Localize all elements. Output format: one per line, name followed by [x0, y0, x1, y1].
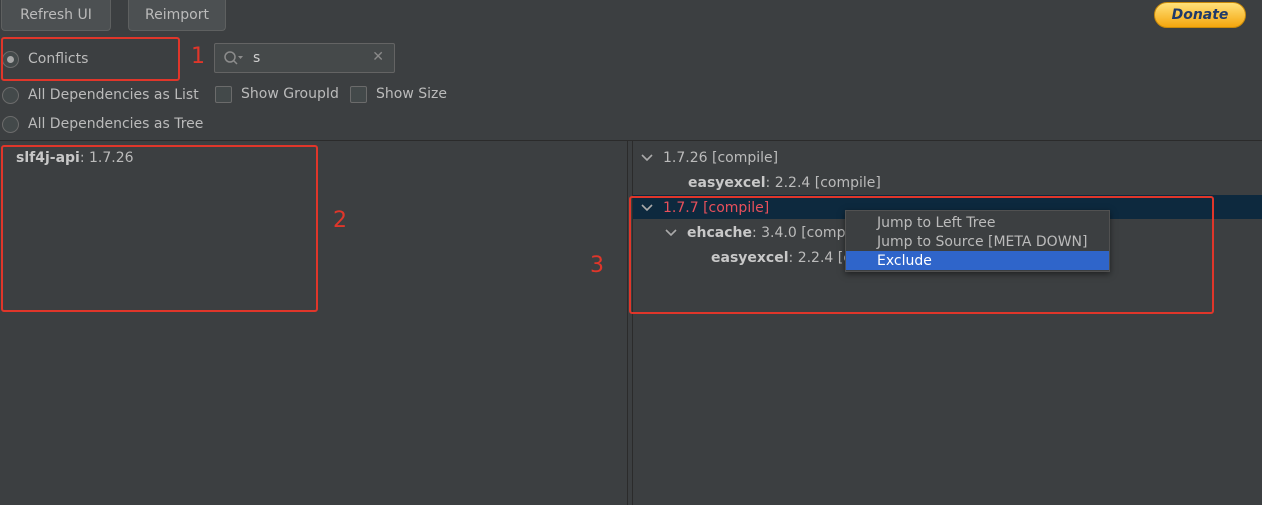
- annotation-number-1: 1: [191, 44, 205, 69]
- chevron-down-icon[interactable]: [664, 226, 678, 240]
- tree-row[interactable]: easyexcel : 2.2.4 [compile]: [688, 171, 881, 195]
- show-groupid-label: Show GroupId: [241, 86, 339, 102]
- tree-row[interactable]: 1.7.26 [compile]: [640, 146, 778, 170]
- list-label: All Dependencies as List: [28, 87, 199, 103]
- artifact-detail: : 2.2.4 [compile]: [765, 175, 881, 191]
- tree-row[interactable]: ehcache : 3.4.0 [comp: [664, 221, 845, 245]
- checkbox-icon[interactable]: [215, 85, 232, 103]
- menu-item-jump-left-tree[interactable]: Jump to Left Tree: [846, 213, 1109, 232]
- search-icon: [223, 48, 247, 68]
- radio-unchecked-icon[interactable]: [2, 86, 19, 104]
- clear-icon[interactable]: ✕: [372, 49, 384, 65]
- menu-item-jump-to-source[interactable]: Jump to Source [META DOWN]: [846, 232, 1109, 251]
- refresh-ui-button[interactable]: Refresh UI: [1, 0, 111, 31]
- artifact-name: slf4j-api: [16, 150, 80, 166]
- checkbox-icon[interactable]: [350, 85, 367, 103]
- artifact-detail: : 3.4.0 [comp: [751, 225, 846, 241]
- tree-row[interactable]: easyexcel : 2.2.4 [c: [711, 246, 851, 270]
- left-tree-panel[interactable]: [0, 141, 627, 505]
- menu-item-exclude[interactable]: Exclude: [846, 251, 1109, 270]
- donate-button[interactable]: Donate: [1154, 2, 1246, 28]
- artifact-detail: : 2.2.4 [c: [788, 250, 851, 266]
- context-menu: Jump to Left Tree Jump to Source [META D…: [845, 210, 1110, 272]
- show-size-label: Show Size: [376, 86, 447, 102]
- artifact-name: easyexcel: [688, 175, 766, 191]
- conflict-version-label: 1.7.7 [compile]: [663, 200, 770, 216]
- tree-radio[interactable]: All Dependencies as Tree: [2, 113, 203, 135]
- annotation-number-2: 2: [333, 208, 347, 233]
- show-size-checkbox[interactable]: Show Size: [350, 83, 447, 105]
- search-input[interactable]: ✕: [214, 43, 395, 73]
- version-label: 1.7.26 [compile]: [663, 150, 779, 166]
- tree-label: All Dependencies as Tree: [28, 116, 204, 132]
- reimport-button[interactable]: Reimport: [128, 0, 226, 31]
- tree-row-selected[interactable]: 1.7.7 [compile]: [640, 196, 769, 220]
- list-radio[interactable]: All Dependencies as List: [2, 84, 199, 106]
- chevron-down-icon[interactable]: [640, 151, 654, 165]
- conflicts-label: Conflicts: [28, 51, 89, 67]
- artifact-version: : 1.7.26: [79, 150, 134, 166]
- conflicts-radio[interactable]: Conflicts: [2, 48, 88, 70]
- radio-unchecked-icon[interactable]: [2, 115, 19, 133]
- annotation-number-3: 3: [590, 253, 604, 278]
- left-tree-item[interactable]: slf4j-api : 1.7.26: [16, 146, 134, 170]
- artifact-name: easyexcel: [711, 250, 789, 266]
- show-groupid-checkbox[interactable]: Show GroupId: [215, 83, 339, 105]
- search-field[interactable]: [253, 50, 363, 66]
- radio-checked-icon[interactable]: [2, 50, 19, 68]
- chevron-down-icon[interactable]: [640, 201, 654, 215]
- artifact-name: ehcache: [687, 225, 752, 241]
